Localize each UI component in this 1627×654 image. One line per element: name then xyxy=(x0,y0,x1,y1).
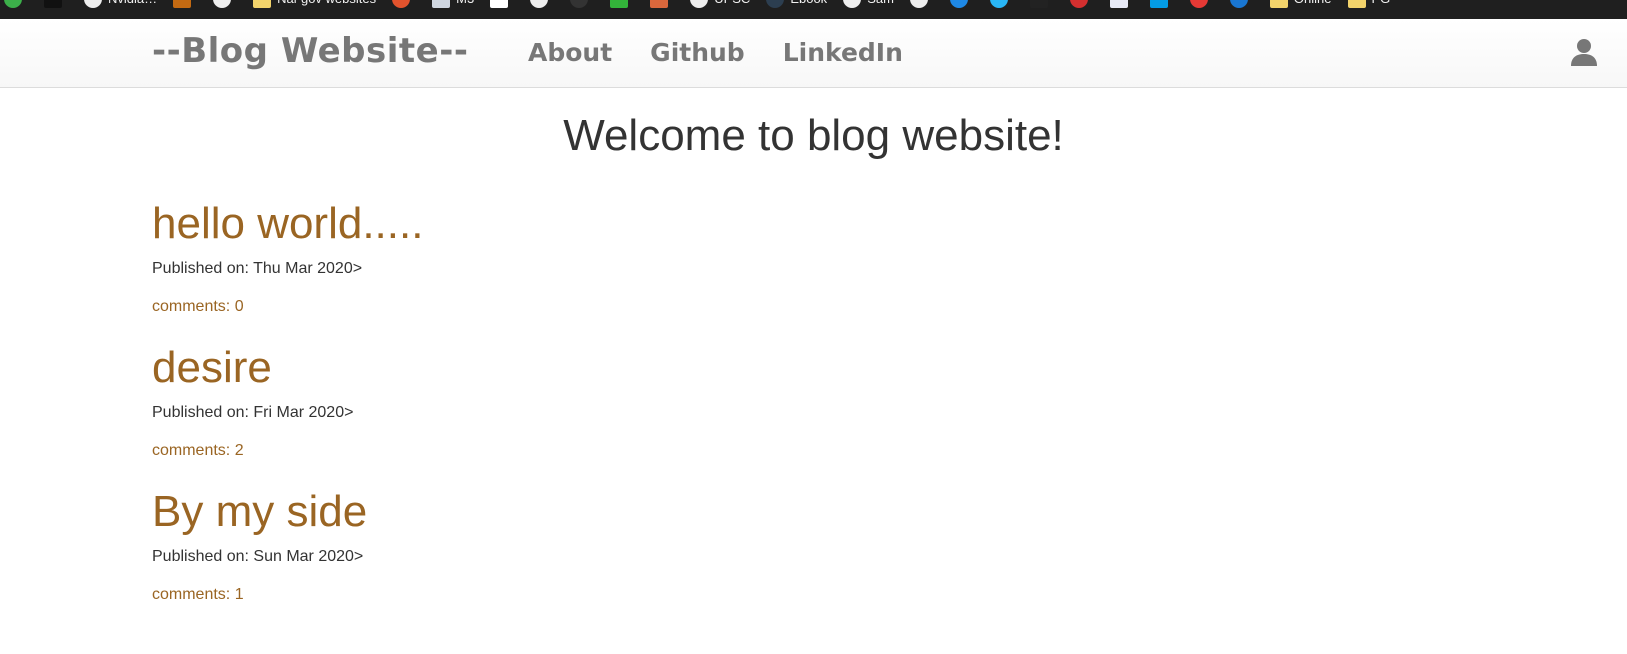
nav-link-about[interactable]: About xyxy=(528,38,612,67)
bookmark-item[interactable] xyxy=(570,0,594,8)
bookmark-favicon-icon xyxy=(1109,0,1128,8)
bookmark-item[interactable]: M3 xyxy=(432,0,474,8)
post-item: desire Published on: Fri Mar 2020> comme… xyxy=(152,344,423,460)
bookmark-item[interactable] xyxy=(1149,0,1174,8)
bookmark-item[interactable] xyxy=(1189,0,1214,8)
bookmark-label: Online xyxy=(1294,0,1332,5)
bookmark-item[interactable] xyxy=(909,0,934,8)
bookmark-item[interactable] xyxy=(173,0,197,8)
post-date: Published on: Thu Mar 2020> xyxy=(152,260,363,277)
bookmark-item[interactable] xyxy=(650,0,674,8)
post-title-link[interactable]: desire xyxy=(152,344,423,392)
bookmark-favicon-icon xyxy=(570,0,589,8)
bookmark-item[interactable] xyxy=(213,0,237,8)
bookmark-item[interactable] xyxy=(610,0,634,8)
bookmark-item[interactable] xyxy=(44,0,68,8)
bookmark-item[interactable]: UPSC xyxy=(690,0,750,8)
bookmark-favicon-icon xyxy=(173,0,192,8)
bookmark-label: PG xyxy=(1372,0,1391,5)
bookmark-favicon-icon xyxy=(1149,0,1168,8)
bookmark-favicon-icon xyxy=(490,0,509,8)
bookmark-favicon-icon xyxy=(213,0,232,8)
bookmarks-bar: Nvidia… Nai-gov websites M3 UPSC Ebook Sam Onl… xyxy=(0,0,1627,19)
page-title: Welcome to blog website! xyxy=(563,111,1064,160)
bookmark-label: UPSC xyxy=(714,0,750,5)
nav-link-linkedin[interactable]: LinkedIn xyxy=(783,38,903,67)
nav-links: About Github LinkedIn xyxy=(528,38,903,67)
bookmark-favicon-icon xyxy=(44,0,62,8)
post-item: By my side Published on: Sun Mar 2020> c… xyxy=(152,488,423,604)
bookmark-item[interactable] xyxy=(530,0,554,8)
bookmark-favicon-icon xyxy=(989,0,1008,8)
bookmark-favicon-icon xyxy=(84,0,102,8)
bookmark-item[interactable]: Sam xyxy=(843,0,894,8)
bookmark-item[interactable]: PG xyxy=(1347,0,1391,8)
bookmark-item[interactable] xyxy=(1029,0,1054,8)
brand-link[interactable]: --Blog Website-- xyxy=(152,31,468,71)
bookmark-favicon-icon xyxy=(766,0,785,8)
navbar: --Blog Website-- About Github LinkedIn xyxy=(0,19,1627,88)
bookmark-item[interactable]: Online xyxy=(1269,0,1332,8)
post-item: hello world..... Published on: Thu Mar 2… xyxy=(152,200,423,316)
user-icon[interactable] xyxy=(1569,37,1599,67)
bookmark-item[interactable] xyxy=(392,0,416,8)
bookmark-item[interactable]: Nai-gov websites xyxy=(253,0,376,8)
bookmark-label: M3 xyxy=(456,0,474,5)
bookmark-label: Nvidia… xyxy=(108,0,157,5)
bookmark-favicon-icon xyxy=(253,0,272,8)
post-comments-link[interactable]: comments: 0 xyxy=(152,298,423,316)
bookmark-label: Sam xyxy=(867,0,894,5)
bookmark-favicon-icon xyxy=(843,0,862,8)
bookmark-favicon-icon xyxy=(1029,0,1048,8)
bookmark-item[interactable] xyxy=(989,0,1014,8)
nav-link-github[interactable]: Github xyxy=(650,38,745,67)
bookmark-favicon-icon xyxy=(530,0,549,8)
bookmark-favicon-icon xyxy=(1269,0,1288,8)
bookmark-favicon-icon xyxy=(1069,0,1088,8)
bookmark-favicon-icon xyxy=(432,0,451,8)
post-title-link[interactable]: By my side xyxy=(152,488,423,536)
bookmark-item[interactable] xyxy=(1229,0,1254,8)
bookmark-favicon-icon xyxy=(1189,0,1208,8)
bookmark-item[interactable] xyxy=(4,0,28,8)
post-date: Published on: Sun Mar 2020> xyxy=(152,548,364,565)
bookmark-item[interactable] xyxy=(1109,0,1134,8)
bookmark-item[interactable]: Nvidia… xyxy=(84,0,157,8)
bookmark-favicon-icon xyxy=(610,0,629,8)
bookmark-item[interactable]: Ebook xyxy=(766,0,827,8)
bookmark-favicon-icon xyxy=(650,0,669,8)
bookmark-item[interactable] xyxy=(949,0,974,8)
post-list: hello world..... Published on: Thu Mar 2… xyxy=(152,200,423,632)
bookmark-favicon-icon xyxy=(1347,0,1366,8)
bookmark-favicon-icon xyxy=(690,0,709,8)
bookmark-favicon-icon xyxy=(392,0,411,8)
post-comments-link[interactable]: comments: 1 xyxy=(152,586,423,604)
bookmark-favicon-icon xyxy=(949,0,968,8)
bookmark-favicon-icon xyxy=(1229,0,1248,8)
post-date: Published on: Fri Mar 2020> xyxy=(152,404,354,421)
bookmark-item[interactable] xyxy=(1069,0,1094,8)
bookmark-label: Nai-gov websites xyxy=(277,0,376,5)
bookmark-favicon-icon xyxy=(4,0,22,8)
bookmark-item[interactable] xyxy=(490,0,514,8)
bookmark-label: Ebook xyxy=(790,0,827,5)
post-title-link[interactable]: hello world..... xyxy=(152,200,423,248)
post-comments-link[interactable]: comments: 2 xyxy=(152,442,423,460)
bookmark-favicon-icon xyxy=(909,0,928,8)
